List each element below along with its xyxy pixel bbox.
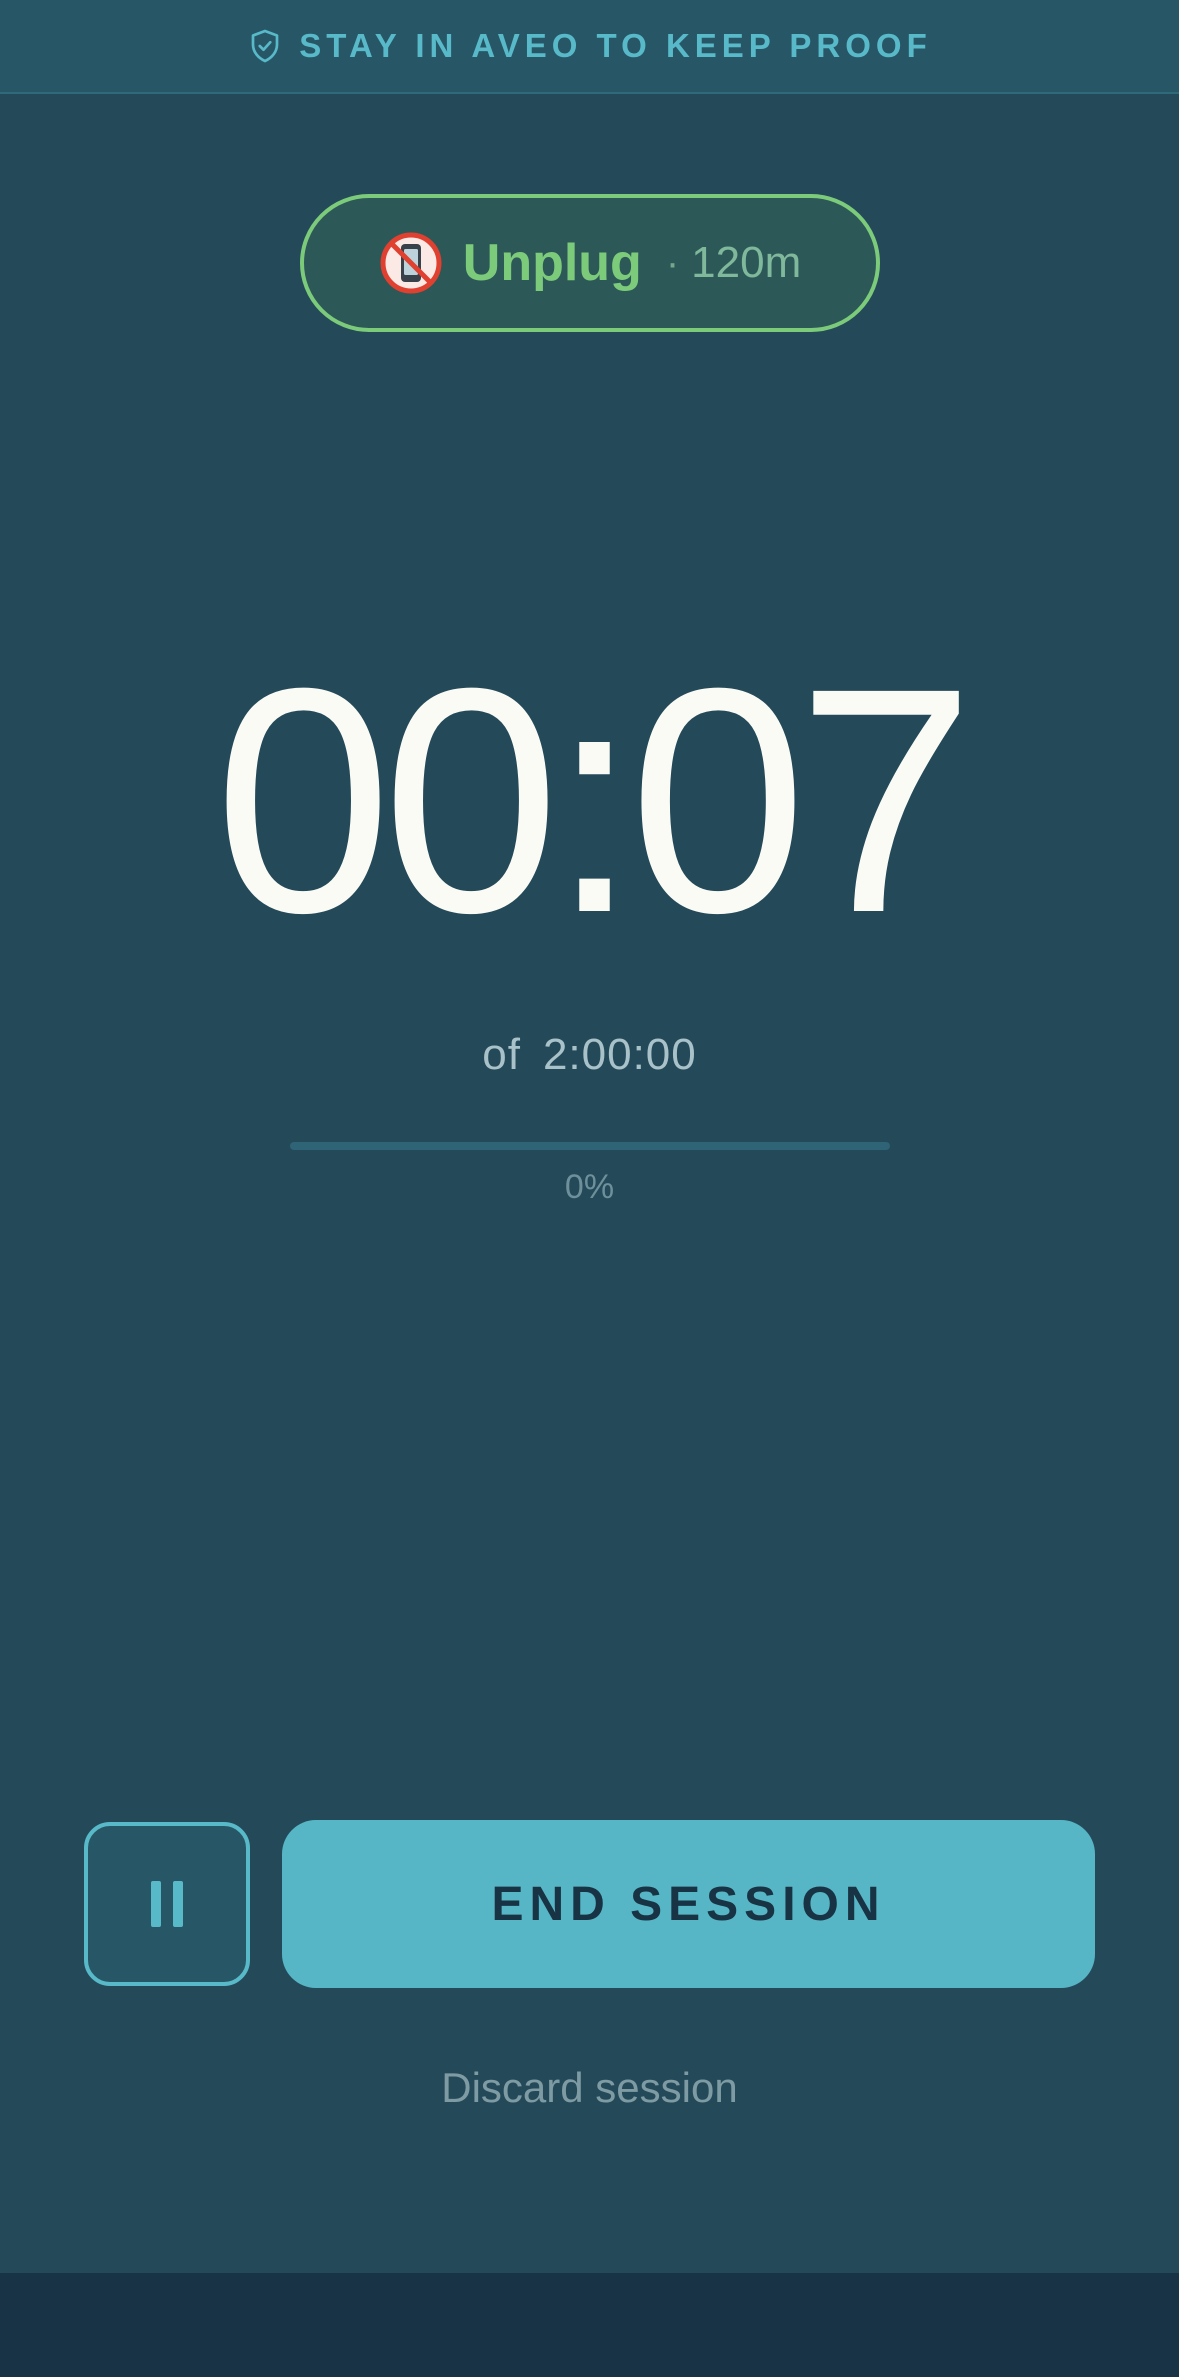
progress-bar xyxy=(290,1142,890,1150)
activity-separator: · xyxy=(665,240,680,285)
total-time: 2:00:00 xyxy=(542,1030,697,1079)
total-duration: of 2:00:00 xyxy=(0,1030,1179,1080)
activity-duration: 120m xyxy=(691,238,802,287)
pause-icon xyxy=(145,1881,189,1927)
activity-chip: Unplug · 120m xyxy=(300,194,880,332)
elapsed-timer: 00:07 xyxy=(214,621,975,979)
end-session-button[interactable]: END SESSION xyxy=(282,1820,1095,1988)
pause-button[interactable] xyxy=(84,1822,250,1986)
activity-name: Unplug xyxy=(462,234,642,292)
no-phone-icon xyxy=(380,232,442,294)
discard-session-link[interactable]: Discard session xyxy=(0,2064,1179,2112)
progress-percent: 0% xyxy=(564,1168,615,1206)
top-banner: STAY IN AVEO TO KEEP PROOF xyxy=(0,0,1179,94)
bottom-safe-area xyxy=(0,2273,1179,2377)
banner-text: STAY IN AVEO TO KEEP PROOF xyxy=(299,27,932,64)
shield-check-icon xyxy=(251,29,279,63)
of-label: of xyxy=(482,1030,521,1079)
end-session-label: END SESSION xyxy=(491,1877,886,1931)
